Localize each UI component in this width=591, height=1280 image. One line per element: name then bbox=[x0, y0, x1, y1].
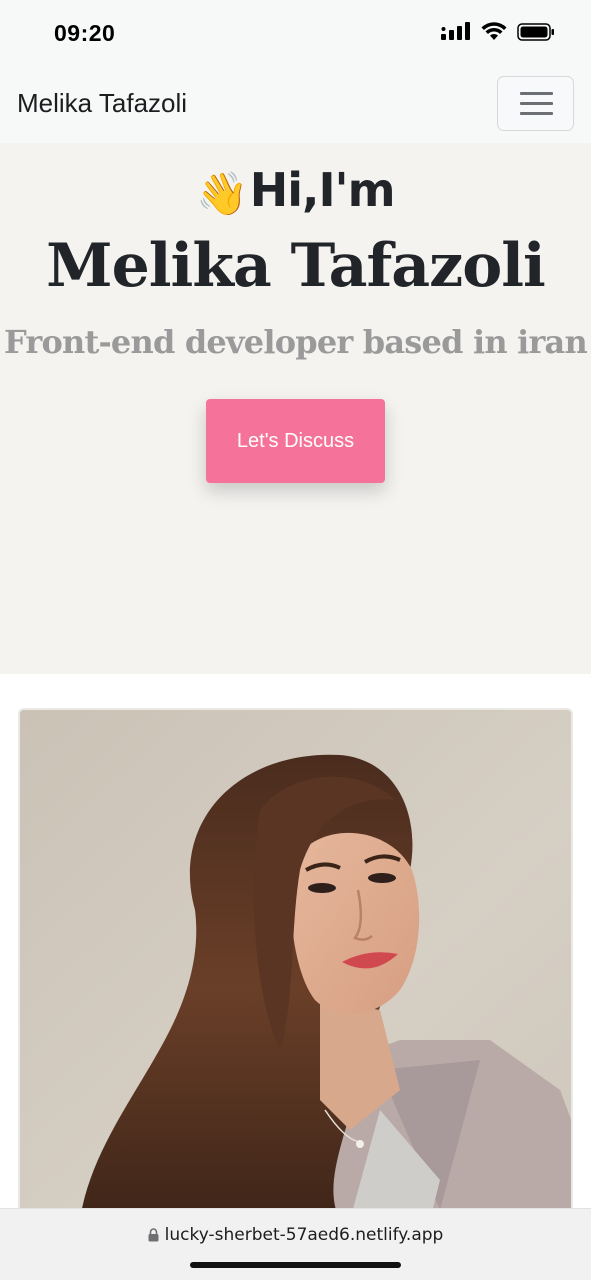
waving-hand-icon: 👋 bbox=[196, 169, 248, 218]
url-text: lucky-sherbet-57aed6.netlify.app bbox=[164, 1225, 444, 1245]
battery-icon bbox=[517, 23, 554, 41]
hero-subtitle: Front-end developer based in iran bbox=[4, 323, 588, 361]
hamburger-menu-button[interactable] bbox=[497, 76, 574, 131]
status-bar: 09:20 bbox=[0, 0, 591, 66]
hero-section: 👋Hi,I'm Melika Tafazoli Front-end develo… bbox=[0, 143, 591, 674]
signal-icon bbox=[441, 22, 470, 40]
browser-address-bar[interactable]: lucky-sherbet-57aed6.netlify.app bbox=[0, 1208, 591, 1280]
hamburger-menu-icon bbox=[520, 92, 553, 95]
lets-discuss-button[interactable]: Let's Discuss bbox=[206, 399, 385, 483]
status-icons bbox=[441, 22, 555, 42]
lock-icon bbox=[148, 1228, 159, 1242]
status-time: 09:20 bbox=[54, 20, 116, 46]
navbar-brand[interactable]: Melika Tafazoli bbox=[17, 88, 187, 119]
navbar: Melika Tafazoli bbox=[0, 66, 591, 143]
hero-name: Melika Tafazoli bbox=[46, 231, 546, 301]
greeting-text: Hi,I'm bbox=[249, 163, 396, 217]
wifi-icon bbox=[481, 22, 507, 40]
home-indicator[interactable] bbox=[190, 1262, 401, 1268]
hero-greeting: 👋Hi,I'm bbox=[0, 163, 591, 219]
url-display[interactable]: lucky-sherbet-57aed6.netlify.app bbox=[0, 1225, 591, 1245]
profile-photo bbox=[18, 708, 573, 1218]
